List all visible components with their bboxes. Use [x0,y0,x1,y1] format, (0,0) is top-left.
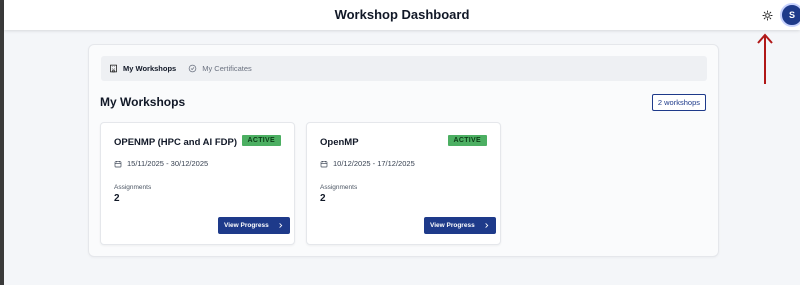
tab-my-certificates[interactable]: My Certificates [188,64,252,73]
user-avatar[interactable]: S [780,3,800,27]
assignments-label: Assignments [320,184,358,191]
status-badge: ACTIVE [447,135,487,146]
calendar-icon [320,160,328,167]
workshop-dates: 15/11/2025 - 30/12/2025 [114,159,208,168]
building-icon [110,64,117,73]
workshop-count-badge: 2 workshops [651,94,706,111]
view-progress-button[interactable]: View Progress [424,217,496,234]
assignments-count: 2 [114,193,120,204]
theme-toggle-button[interactable] [759,7,775,23]
check-circle-icon [188,64,197,73]
tab-bar: My Workshops My Certificates [101,56,707,81]
button-label: View Progress [430,222,475,229]
workshop-dates: 10/12/2025 - 17/12/2025 [320,159,415,168]
annotation-arrow-icon [757,33,773,84]
top-bar: Workshop Dashboard S [4,0,800,30]
tab-label: My Certificates [202,64,252,73]
assignments-count: 2 [320,193,326,204]
section-title: My Workshops [100,95,186,109]
workshop-title: OPENMP (HPC and AI FDP) [114,137,237,148]
workshop-title: OpenMP [320,137,359,148]
date-range: 10/12/2025 - 17/12/2025 [333,159,415,168]
date-range: 15/11/2025 - 30/12/2025 [127,159,209,168]
chevron-right-icon [279,223,282,228]
calendar-icon [114,160,122,167]
workshop-card: OPENMP (HPC and AI FDP) ACTIVE 15/11/202… [100,122,295,245]
page-title: Workshop Dashboard [334,7,470,22]
button-label: View Progress [224,222,269,229]
view-progress-button[interactable]: View Progress [218,217,290,234]
assignments-label: Assignments [114,184,152,191]
window-left-edge [0,0,4,285]
sun-icon [761,9,773,21]
status-badge: ACTIVE [241,135,281,146]
workshops-panel: My Workshops My Certificates My Workshop… [88,44,719,257]
tab-my-workshops[interactable]: My Workshops [109,64,176,73]
tab-label: My Workshops [123,64,177,73]
chevron-right-icon [485,223,488,228]
workshop-card: OpenMP ACTIVE 10/12/2025 - 17/12/2025 As… [306,122,501,245]
